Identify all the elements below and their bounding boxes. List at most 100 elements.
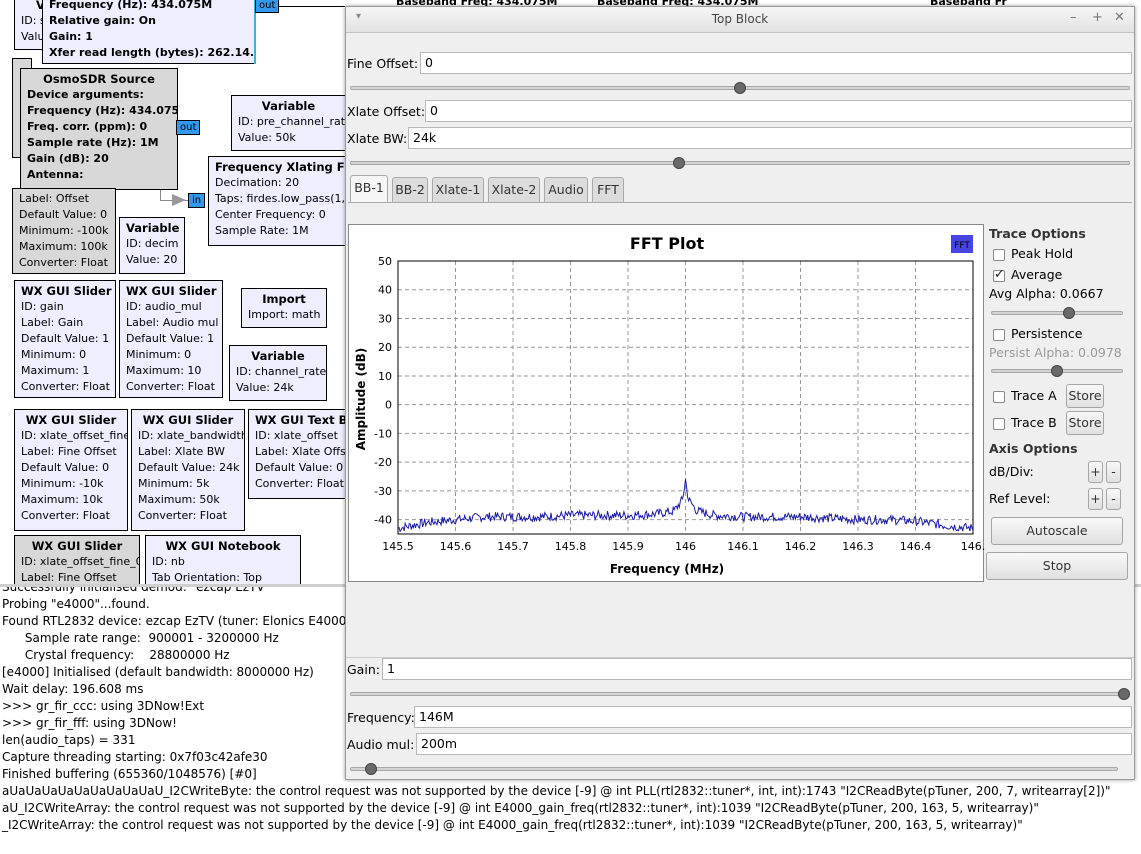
stop-button[interactable]: Stop: [986, 552, 1128, 580]
x-tick-label: 146.1: [727, 540, 759, 553]
tab-fft[interactable]: FFT: [592, 177, 624, 202]
audio-mul-slider-knob[interactable]: [365, 763, 378, 775]
x-axis-label: Frequency (MHz): [610, 562, 724, 576]
fft-plot-panel[interactable]: FFT Plot FFT 50 40 30 20 10 0 -10 -20 -30 -40 145…: [348, 224, 985, 583]
frequency-field[interactable]: 146M: [414, 706, 1132, 728]
slider-fine-offset-0-block[interactable]: WX GUI Slider ID: xlate_offset_fine_0 La…: [14, 535, 140, 584]
persist-alpha-label: Persist Alpha: 0.0978: [989, 345, 1122, 360]
input-port[interactable]: in: [188, 193, 206, 208]
tab-xlate-1[interactable]: Xlate-1: [432, 177, 484, 202]
freq-xlating-fir-block[interactable]: Frequency Xlating FIR Decimation: 20 Tap…: [208, 156, 348, 246]
y-axis-label: Amplitude (dB): [354, 348, 368, 451]
db-div-minus-button[interactable]: -: [1106, 461, 1121, 483]
tab-audio[interactable]: Audio: [544, 177, 588, 202]
db-div-label: dB/Div:: [989, 464, 1034, 479]
slider-offset-block[interactable]: Label: Offset Default Value: 0 Minimum: …: [12, 188, 116, 274]
avg-alpha-slider-track[interactable]: [991, 311, 1123, 315]
persistence-checkbox[interactable]: [993, 329, 1005, 341]
close-icon[interactable]: ✕: [1114, 10, 1125, 25]
variable-block-channel-rate[interactable]: Variable ID: channel_rate Value: 24k: [229, 345, 327, 401]
y-tick-label: 50: [378, 255, 392, 268]
tab-bb-2[interactable]: BB-2: [392, 177, 428, 202]
db-div-plus-button[interactable]: +: [1088, 461, 1103, 483]
gain-field[interactable]: 1: [382, 658, 1132, 680]
ref-level-plus-button[interactable]: +: [1088, 488, 1103, 510]
log-line: aU_I2CWriteArray: the control request wa…: [2, 801, 1039, 815]
x-tick-label: 145.7: [497, 540, 529, 553]
tab-divider: [348, 202, 1132, 203]
fine-offset-field[interactable]: 0: [420, 52, 1132, 74]
log-line: _I2CWriteArray: the control request was …: [2, 818, 1023, 832]
text-box-block[interactable]: WX GUI Text Bo ID: xlate_offset Label: X…: [248, 409, 348, 499]
store-trace-a-button[interactable]: Store: [1066, 384, 1104, 408]
trace-b-label: Trace B: [1011, 415, 1057, 430]
output-port[interactable]: out: [255, 0, 280, 13]
gain-label: Gain:: [347, 662, 380, 677]
slider-audio-mul-block[interactable]: WX GUI Slider ID: audio_mul Label: Audio…: [119, 280, 223, 398]
x-tick-label: 146.: [961, 540, 985, 553]
slider-fine-offset-block[interactable]: WX GUI Slider ID: xlate_offset_fine Labe…: [14, 409, 128, 531]
ref-level-minus-button[interactable]: -: [1106, 488, 1121, 510]
fine-offset-slider-knob[interactable]: [734, 82, 746, 94]
output-port[interactable]: out: [176, 120, 201, 135]
xlate-offset-label: Xlate Offset:: [347, 104, 426, 119]
slider-gain-block[interactable]: WX GUI Slider ID: gain Label: Gain Defau…: [14, 280, 116, 398]
gain-slider-knob[interactable]: [1118, 688, 1130, 700]
variable-block-pre-channel-rate[interactable]: Variable ID: pre_channel_rate Value: 50k: [231, 95, 346, 151]
x-ticks: 145.5 145.6 145.7 145.8 145.9 146 146.1 146.2 14…: [382, 540, 985, 553]
trace-a-checkbox[interactable]: [993, 391, 1005, 403]
persistence-label: Persistence: [1011, 326, 1083, 341]
maximize-icon[interactable]: +: [1092, 10, 1103, 25]
import-block[interactable]: Import Import: math: [241, 288, 327, 328]
xlate-bw-slider-knob[interactable]: [672, 157, 685, 169]
ref-level-label: Ref Level:: [989, 491, 1051, 506]
slider-xlate-bw-block[interactable]: WX GUI Slider ID: xlate_bandwidth Label:…: [131, 409, 245, 531]
xlate-bw-slider-track[interactable]: [350, 161, 1130, 165]
y-tick-label: -30: [374, 485, 392, 498]
audio-mul-field[interactable]: 200m: [416, 733, 1132, 755]
legend-label: FFT: [954, 241, 970, 251]
variable-block-decim[interactable]: Variable ID: decim Value: 20: [119, 217, 185, 274]
fft-plot[interactable]: FFT Plot FFT 50 40 30 20 10 0 -10 -20 -30 -40 145…: [349, 225, 985, 583]
notebook-block[interactable]: WX GUI Notebook ID: nb Tab Orientation: …: [145, 535, 301, 584]
window-title: Top Block: [711, 12, 769, 26]
xlate-bw-label: Xlate BW:: [347, 131, 408, 146]
trace-b-checkbox[interactable]: [993, 418, 1005, 430]
avg-alpha-slider-knob[interactable]: [1063, 307, 1075, 319]
x-tick-label: 145.5: [382, 540, 414, 553]
y-tick-label: -20: [374, 456, 392, 469]
tab-bb-1[interactable]: BB-1: [350, 175, 388, 202]
trace-options-panel: Trace Options Peak Hold Average Avg Alph…: [986, 224, 1132, 582]
log-line: aUaUaUaUaUaUaUaUaUaU_I2CWriteByte: the c…: [2, 784, 1111, 798]
axis-options-title: Axis Options: [989, 441, 1078, 456]
audio-mul-slider-track[interactable]: [350, 767, 1118, 771]
x-tick-label: 145.8: [555, 540, 587, 553]
connection-line: [275, 6, 345, 7]
average-checkbox[interactable]: [993, 267, 1005, 282]
gain-slider-track[interactable]: [350, 692, 1130, 696]
tab-xlate-2[interactable]: Xlate-2: [488, 177, 540, 202]
y-tick-label: -40: [374, 514, 392, 527]
x-tick-label: 146: [675, 540, 696, 553]
y-tick-label: 30: [378, 312, 392, 325]
autoscale-button[interactable]: Autoscale: [991, 517, 1123, 545]
persist-alpha-slider-knob[interactable]: [1051, 365, 1063, 377]
xlate-bw-field[interactable]: 24k: [408, 127, 1132, 149]
avg-alpha-label: Avg Alpha: 0.0667: [989, 286, 1104, 301]
y-ticks: 50 40 30 20 10 0 -10 -20 -30 -40: [374, 255, 392, 527]
top-block-window[interactable]: ▾ Top Block – + ✕ Fine Offset: 0 Xlate O…: [345, 6, 1135, 780]
y-tick-label: 0: [385, 399, 392, 412]
x-tick-label: 146.4: [900, 540, 932, 553]
osmosdr-source-block[interactable]: OsmoSDR Source Device arguments: Frequen…: [20, 68, 178, 190]
xlate-offset-field[interactable]: 0: [425, 100, 1132, 122]
audio-mul-label: Audio mul:: [347, 737, 415, 752]
average-label: Average: [1011, 267, 1063, 282]
peak-hold-checkbox[interactable]: [993, 249, 1005, 261]
store-trace-b-button[interactable]: Store: [1066, 411, 1104, 435]
window-titlebar[interactable]: ▾ Top Block – + ✕: [346, 7, 1134, 33]
minimize-icon[interactable]: –: [1070, 10, 1077, 25]
y-tick-label: 20: [378, 341, 392, 354]
rtl-source-block[interactable]: Frequency (Hz): 434.075M Relative gain: …: [42, 0, 256, 64]
y-tick-label: 40: [378, 284, 392, 297]
trace-a-label: Trace A: [1011, 388, 1057, 403]
